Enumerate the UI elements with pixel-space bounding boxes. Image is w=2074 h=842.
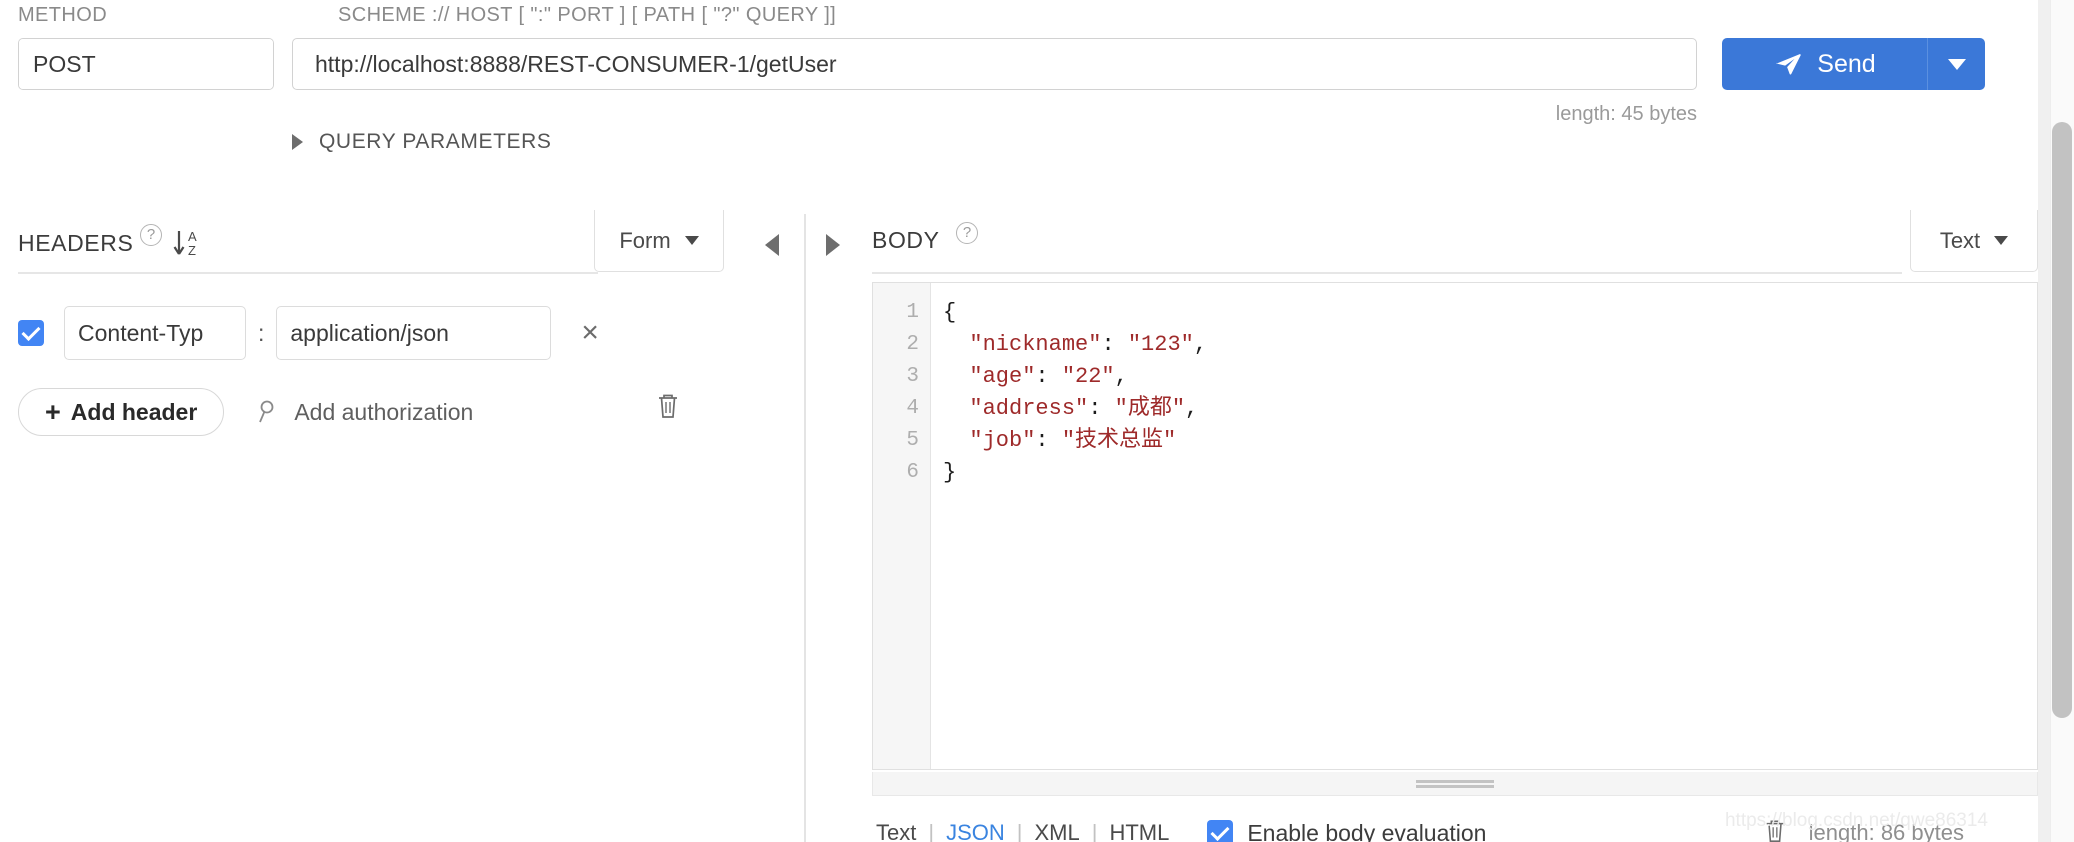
svg-text:A: A [188, 229, 197, 244]
plus-icon: + [45, 396, 61, 427]
send-options-button[interactable] [1927, 38, 1985, 90]
paper-plane-icon [1776, 54, 1802, 75]
collapse-headers-button[interactable] [765, 234, 779, 256]
header-value-input[interactable] [276, 306, 552, 360]
clear-body-icon[interactable] [1763, 818, 1787, 842]
chevron-down-icon [1994, 236, 2009, 245]
body-editor-resize-handle[interactable] [872, 772, 2038, 796]
url-input[interactable] [292, 38, 1697, 90]
headers-title: HEADERS [18, 230, 134, 256]
help-icon[interactable]: ? [956, 222, 978, 244]
method-label: METHOD [18, 4, 108, 26]
body-title: BODY [872, 227, 940, 253]
method-selector[interactable] [18, 38, 274, 90]
triangle-left-icon [765, 234, 779, 256]
panel-divider [804, 214, 806, 842]
query-parameters-label: QUERY PARAMETERS [319, 130, 552, 153]
editor-code-area[interactable]: { "nickname": "123", "age": "22", "addre… [931, 283, 2037, 769]
format-option-xml[interactable]: XML [1022, 820, 1091, 842]
headers-panel: HEADERS ? A Z Form : × [0, 210, 760, 842]
chevron-down-icon [1947, 58, 1966, 70]
scrollbar-thumb[interactable] [2052, 122, 2072, 718]
headers-underline [18, 272, 598, 274]
line-number: 4 [906, 397, 919, 420]
delete-headers-icon[interactable] [655, 392, 681, 425]
body-footer: Text | JSON | XML | HTML Enable body eva… [872, 806, 2038, 842]
svg-text:Z: Z [188, 243, 196, 258]
header-row: : × [0, 306, 599, 360]
remove-header-icon[interactable]: × [581, 318, 599, 348]
body-view-mode-select[interactable]: Text [1910, 210, 2038, 272]
line-number: 5 [906, 429, 919, 452]
body-underline [872, 272, 1902, 274]
triangle-right-icon [292, 134, 303, 150]
key-icon [259, 400, 274, 423]
send-button-group[interactable]: Send [1722, 38, 1985, 90]
format-option-text[interactable]: Text [872, 820, 928, 842]
line-number: 6 [906, 461, 919, 484]
method-input[interactable] [19, 39, 273, 89]
body-length-label: length: 86 bytes [1808, 820, 1964, 842]
page-scrollbar[interactable] [2050, 0, 2074, 842]
line-number: 1 [906, 301, 919, 324]
request-labels-row: METHOD SCHEME :// HOST [ ":" PORT ] [ PA… [0, 0, 2074, 32]
url-length-label: length: 45 bytes [1555, 103, 1697, 125]
format-option-json[interactable]: JSON [934, 820, 1017, 842]
help-icon[interactable]: ? [140, 224, 162, 246]
editor-line-numbers: 1 2 3 4 5 6 [873, 283, 931, 769]
add-authorization-label: Add authorization [294, 398, 474, 425]
body-view-mode-label: Text [1939, 227, 1981, 253]
header-key-input[interactable] [64, 306, 246, 360]
headers-view-mode-label: Form [619, 227, 671, 253]
body-panel: BODY ? Text 1 2 3 4 5 6 { "nickname": "1… [820, 210, 2038, 842]
send-button[interactable]: Send [1722, 38, 1927, 90]
enable-body-evaluation-label: Enable body evaluation [1247, 819, 1487, 842]
editor-content: { "nickname": "123", "age": "22", "addre… [943, 300, 1208, 485]
format-option-html[interactable]: HTML [1097, 820, 1181, 842]
enable-body-evaluation-checkbox[interactable] [1207, 820, 1234, 842]
rest-client-request-window: METHOD SCHEME :// HOST [ ":" PORT ] [ PA… [0, 0, 2074, 842]
add-header-button[interactable]: + Add header [18, 388, 225, 436]
headers-actions-row: + Add header Add authorization [18, 388, 473, 436]
add-authorization-button[interactable]: Add authorization [258, 399, 473, 426]
body-header: BODY ? Text [820, 210, 2038, 278]
headers-view-mode-select[interactable]: Form [594, 210, 724, 272]
body-footer-right: length: 86 bytes [1763, 818, 2038, 842]
line-number: 2 [906, 333, 919, 356]
query-parameters-toggle[interactable]: QUERY PARAMETERS [292, 130, 552, 154]
sort-alphabetical-icon[interactable]: A Z [172, 228, 204, 258]
line-number: 3 [906, 365, 919, 388]
chevron-down-icon [684, 236, 699, 245]
url-format-label: SCHEME :// HOST [ ":" PORT ] [ PATH [ "?… [338, 4, 837, 26]
scrollbar-gutter [2038, 0, 2050, 842]
header-enabled-checkbox[interactable] [18, 320, 44, 346]
add-header-label: Add header [70, 398, 198, 425]
headers-header: HEADERS ? A Z Form [0, 210, 760, 278]
body-editor[interactable]: 1 2 3 4 5 6 { "nickname": "123", "age": … [872, 282, 2038, 770]
send-button-label: Send [1817, 49, 1876, 78]
grip-icon [1416, 778, 1494, 790]
header-separator: : [258, 319, 265, 346]
